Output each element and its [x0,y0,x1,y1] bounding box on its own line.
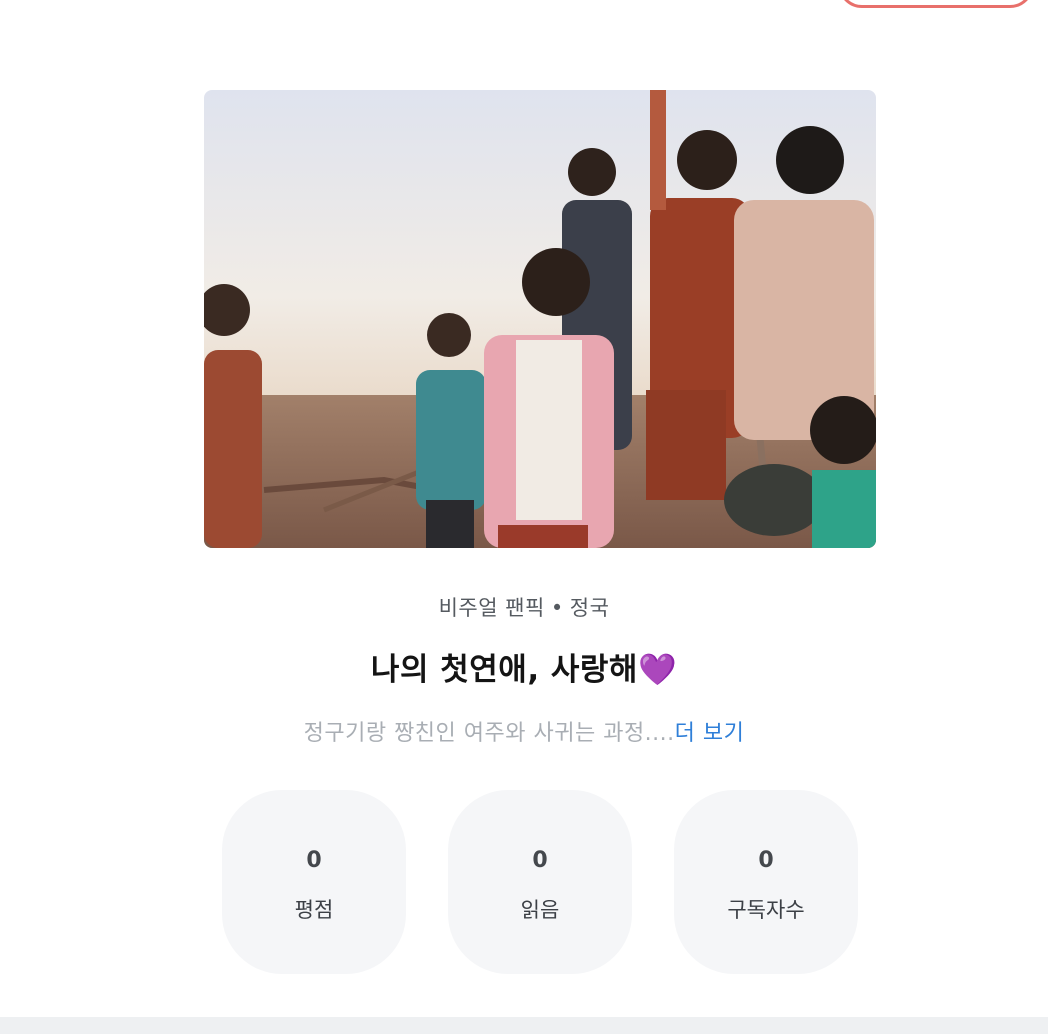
story-description: 정구기랑 짱친인 여주와 사귀는 과정....더 보기 [0,715,1048,747]
more-link[interactable]: 더 보기 [675,721,745,746]
stat-card-subscribers: 0 구독자수 [674,790,858,974]
stat-card-rating: 0 평점 [222,790,406,974]
section-divider [0,1017,1048,1034]
stat-value-rating: 0 [306,848,322,873]
story-category: 비주얼 팬픽 [438,596,545,620]
story-title: 나의 첫연애, 사랑해💜 [0,644,1048,689]
story-character: 정국 [569,596,610,620]
stat-label-subscribers: 구독자수 [727,898,805,922]
story-description-text: 정구기랑 짱친인 여주와 사귀는 과정.... [303,721,675,746]
stat-label-rating: 평점 [294,898,334,922]
stat-value-subscribers: 0 [758,848,774,873]
story-detail-page: 비주얼 팬픽 • 정국 나의 첫연애, 사랑해💜 정구기랑 짱친인 여주와 사귀는 … [0,0,1048,1034]
cover-photo-illustration [204,90,876,548]
cover-image [204,90,876,548]
top-action-button[interactable] [838,0,1034,8]
stats-row: 0 평점 0 읽음 0 구독자수 [222,790,858,974]
story-meta: 비주얼 팬픽 • 정국 [0,592,1048,622]
stat-label-reads: 읽음 [520,898,560,922]
stat-value-reads: 0 [532,848,548,873]
meta-separator: • [550,596,564,620]
story-title-text: 나의 첫연애, 사랑해 [370,652,638,688]
stat-card-reads: 0 읽음 [448,790,632,974]
purple-heart-icon: 💜 [637,652,678,688]
